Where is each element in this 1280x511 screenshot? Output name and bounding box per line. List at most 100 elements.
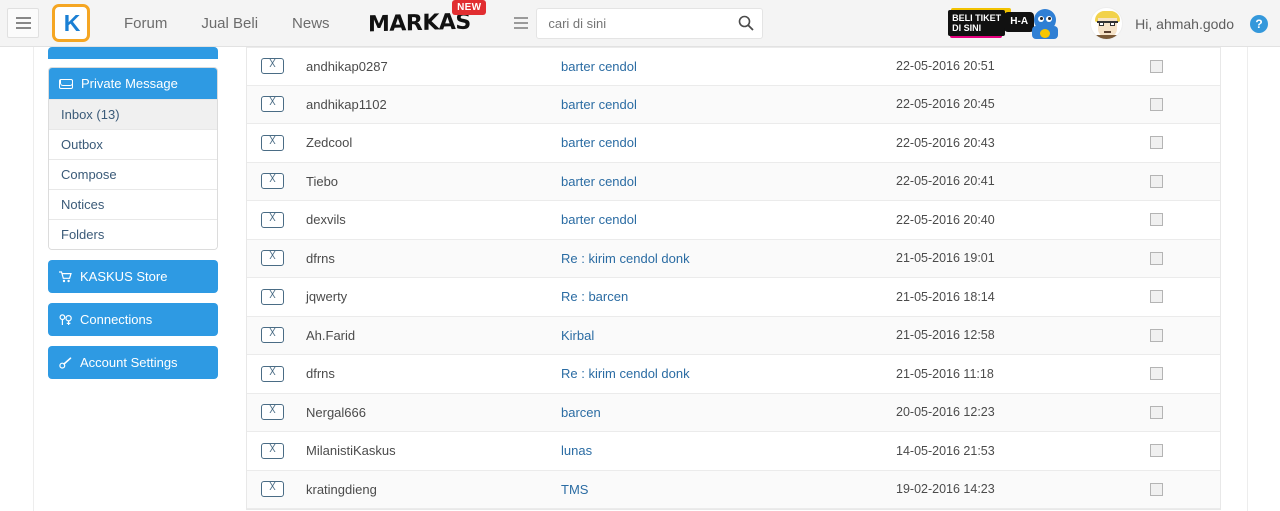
connections-icon	[58, 313, 72, 326]
message-date: 21-05-2016 12:58	[896, 328, 995, 343]
message-subject-link[interactable]: barter cendol	[561, 59, 637, 74]
avatar[interactable]	[1090, 7, 1124, 40]
message-subject-link[interactable]: barter cendol	[561, 97, 637, 112]
message-checkbox[interactable]	[1150, 482, 1163, 496]
message-sender: jqwerty	[306, 289, 348, 305]
table-row[interactable]: jqwerty Re : barcen 21-05-2016 18:14	[247, 278, 1220, 317]
message-subject-link[interactable]: Re : kirim cendol donk	[561, 251, 690, 266]
search-category-icon[interactable]	[506, 7, 537, 39]
message-subject-link[interactable]: Re : kirim cendol donk	[561, 366, 690, 381]
table-row[interactable]: Zedcool barter cendol 22-05-2016 20:43	[247, 124, 1220, 163]
banner-line-1: BELI TIKET	[952, 12, 1002, 23]
message-subject-link[interactable]: barcen	[561, 405, 601, 420]
message-date: 22-05-2016 20:41	[896, 174, 995, 189]
sidebar-item-kaskus-store[interactable]: KASKUS Store	[48, 260, 218, 293]
message-select-cell	[1126, 444, 1206, 458]
sidebar-section-label: Private Message	[81, 76, 178, 91]
sidebar-item-account-settings[interactable]: Account Settings	[48, 346, 218, 379]
sidebar-item-label: Folders	[61, 227, 105, 242]
table-row[interactable]: dexvils barter cendol 22-05-2016 20:40	[247, 201, 1220, 240]
table-row[interactable]: kratingdieng TMS 19-02-2016 14:23	[247, 470, 1220, 509]
message-sender: andhikap1102	[306, 96, 387, 112]
envelope-icon	[261, 442, 284, 459]
message-checkbox[interactable]	[1150, 59, 1163, 73]
envelope-icon	[261, 288, 284, 305]
envelope-icon	[261, 404, 284, 421]
message-subject-link[interactable]: Re : barcen	[561, 289, 628, 304]
message-date: 21-05-2016 19:01	[896, 251, 995, 266]
sidebar-item-outbox[interactable]: Outbox	[49, 129, 217, 159]
message-subject-cell: TMS	[561, 482, 896, 497]
message-subject-link[interactable]: barter cendol	[561, 174, 637, 189]
message-icon-cell	[261, 134, 306, 151]
message-checkbox[interactable]	[1150, 367, 1163, 381]
search-input[interactable]	[537, 15, 731, 31]
message-checkbox[interactable]	[1150, 97, 1163, 111]
table-row[interactable]: andhikap0287 barter cendol 22-05-2016 20:5…	[247, 47, 1220, 86]
nav-item-news[interactable]: News	[292, 15, 330, 32]
message-date: 19-02-2016 14:23	[896, 482, 995, 497]
help-icon[interactable]: ?	[1250, 14, 1268, 33]
main-menu-hamburger-icon[interactable]	[7, 8, 39, 38]
message-icon-cell	[261, 481, 306, 498]
table-row[interactable]: dfrns Re : kirim cendol donk 21-05-2016 19…	[247, 239, 1220, 278]
message-date: 22-05-2016 20:40	[896, 212, 995, 227]
table-row[interactable]: andhikap1102 barter cendol 22-05-2016 20:4…	[247, 85, 1220, 124]
message-checkbox[interactable]	[1150, 444, 1163, 458]
message-icon-cell	[261, 211, 306, 228]
message-subject-link[interactable]: TMS	[561, 482, 588, 497]
sidebar-item-folders[interactable]: Folders	[49, 219, 217, 249]
table-row[interactable]: MilanistiKaskus lunas 14-05-2016 21:53	[247, 432, 1220, 471]
envelope-icon	[59, 78, 73, 89]
sidebar-item-compose[interactable]: Compose	[49, 159, 217, 189]
sidebar-private-message-block: Private Message Inbox (13) Outbox Compos…	[48, 67, 218, 250]
search-box[interactable]	[536, 7, 764, 39]
sidebar-item-connections[interactable]: Connections	[48, 303, 218, 336]
message-checkbox[interactable]	[1150, 136, 1163, 150]
message-subject-cell: lunas	[561, 443, 896, 458]
header-right-group: BELI TIKET DI SINI H-A Hi, ahmah.godo ?	[948, 0, 1280, 47]
message-subject-cell: barter cendol	[561, 174, 896, 189]
envelope-icon	[261, 58, 284, 75]
message-checkbox[interactable]	[1150, 213, 1163, 227]
beli-tiket-banner[interactable]: BELI TIKET DI SINI H-A	[948, 7, 1072, 41]
kaskus-logo[interactable]: K	[52, 4, 90, 42]
message-checkbox[interactable]	[1150, 405, 1163, 419]
message-subject-link[interactable]: Kirbal	[561, 328, 594, 343]
message-icon-cell	[261, 96, 306, 113]
table-row[interactable]: dfrns Re : kirim cendol donk 21-05-2016 11…	[247, 355, 1220, 394]
cart-icon	[58, 270, 72, 283]
table-row[interactable]: Nergal666 barcen 20-05-2016 12:23	[247, 393, 1220, 432]
message-subject-link[interactable]: lunas	[561, 443, 592, 458]
message-subject-link[interactable]: barter cendol	[561, 135, 637, 150]
message-date: 14-05-2016 21:53	[896, 443, 995, 458]
sidebar-section-private-message[interactable]: Private Message	[49, 68, 217, 99]
message-date: 20-05-2016 12:23	[896, 405, 995, 420]
envelope-icon	[261, 481, 284, 498]
message-subject-cell: barter cendol	[561, 212, 896, 227]
nav-item-forum[interactable]: Forum	[124, 15, 167, 32]
message-icon-cell	[261, 288, 306, 305]
sidebar-item-inbox[interactable]: Inbox (13)	[49, 99, 217, 129]
message-sender: MilanistiKaskus	[306, 443, 396, 459]
nav-item-jual-beli[interactable]: Jual Beli	[201, 15, 258, 32]
message-checkbox[interactable]	[1150, 290, 1163, 304]
message-checkbox[interactable]	[1150, 328, 1163, 342]
table-row[interactable]: Tiebo barter cendol 22-05-2016 20:41	[247, 162, 1220, 201]
page-container: Private Message Inbox (13) Outbox Compos…	[33, 47, 1248, 511]
message-icon-cell	[261, 442, 306, 459]
message-checkbox[interactable]	[1150, 251, 1163, 265]
message-subject-link[interactable]: barter cendol	[561, 212, 637, 227]
user-greeting[interactable]: Hi, ahmah.godo	[1135, 16, 1234, 32]
kaskus-logo-letter: K	[63, 9, 81, 36]
message-sender: Zedcool	[306, 135, 353, 151]
message-checkbox[interactable]	[1150, 174, 1163, 188]
markas-logo[interactable]: MARKAS NEW	[368, 0, 487, 47]
search-area	[506, 0, 764, 47]
sidebar-item-notices[interactable]: Notices	[49, 189, 217, 219]
message-icon-cell	[261, 173, 306, 190]
table-row[interactable]: Ah.Farid Kirbal 21-05-2016 12:58	[247, 316, 1220, 355]
search-icon[interactable]	[730, 15, 762, 31]
sidebar-previous-section-stub[interactable]	[48, 47, 218, 59]
sidebar: Private Message Inbox (13) Outbox Compos…	[48, 47, 218, 379]
